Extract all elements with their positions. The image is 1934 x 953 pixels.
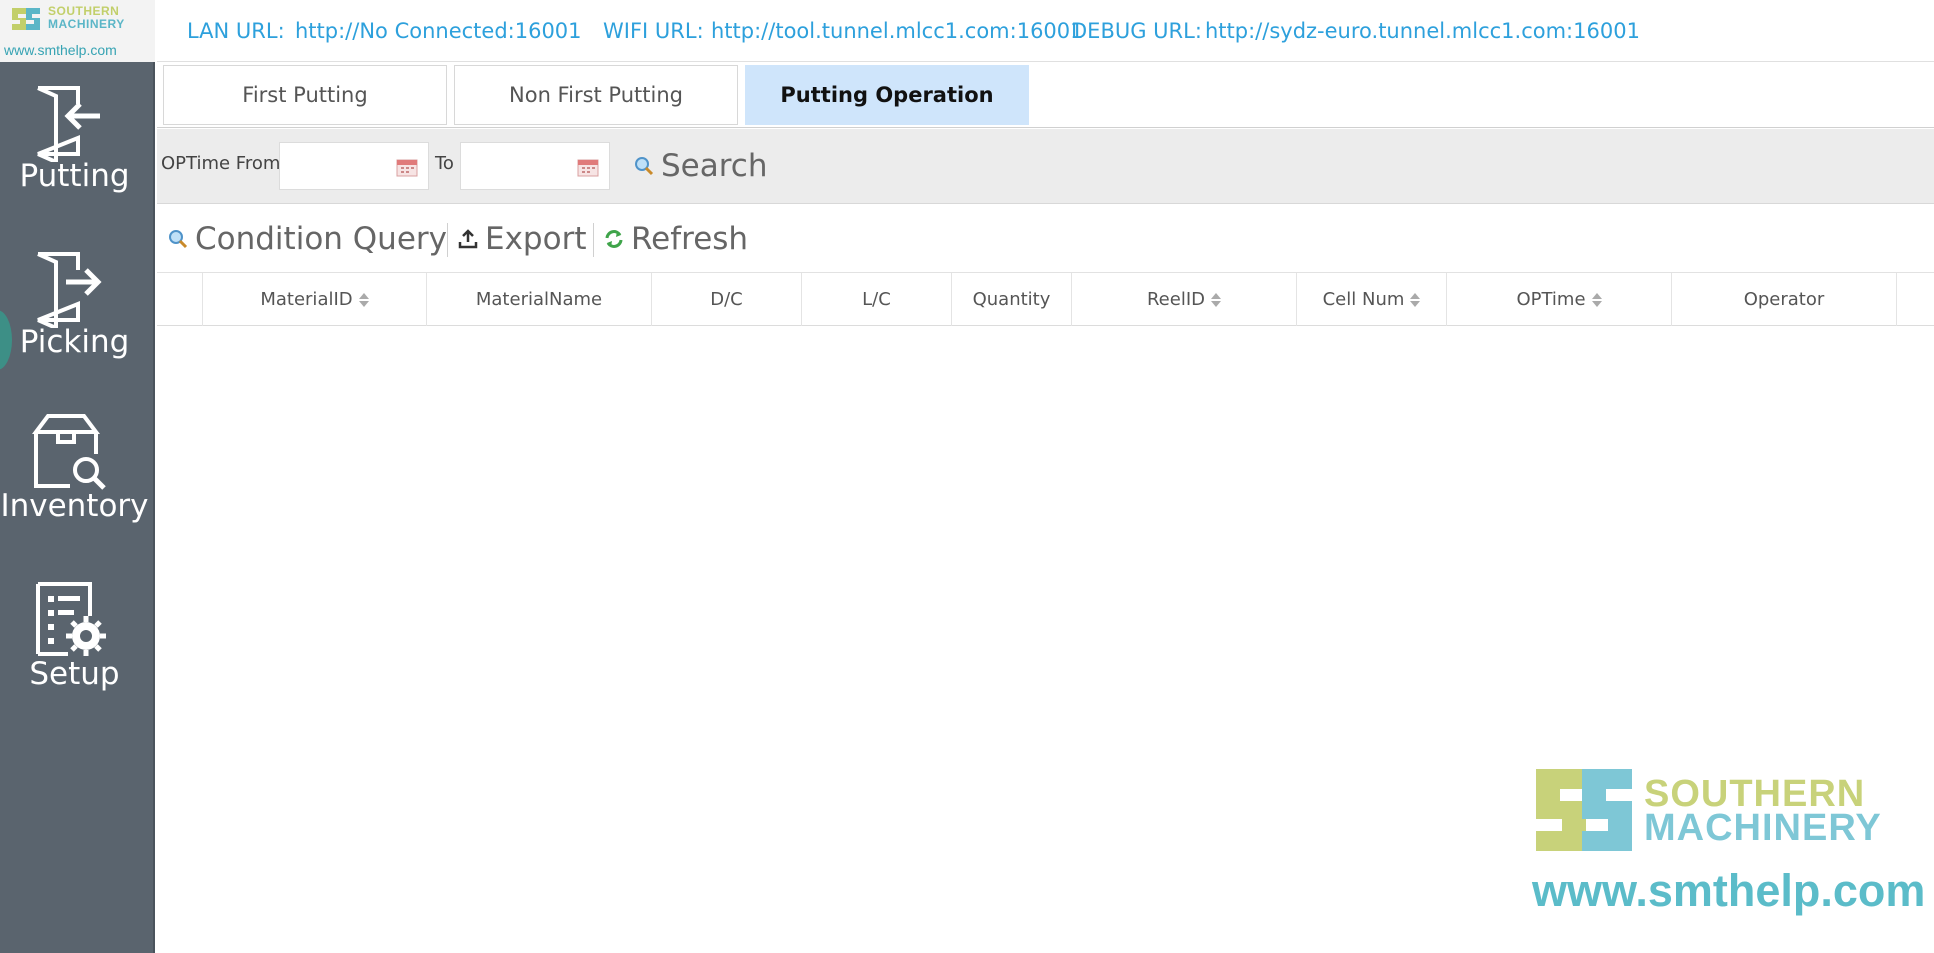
- putting-icon: [37, 86, 100, 162]
- sort-icon[interactable]: [1410, 292, 1421, 307]
- main-content: LAN URL: http://No Connected:16001 WIFI …: [157, 0, 1934, 953]
- sidebar-item-label: Picking: [19, 324, 130, 360]
- column-header-quantity[interactable]: Quantity: [952, 273, 1072, 326]
- sort-icon[interactable]: [1211, 292, 1222, 307]
- optime-from-field[interactable]: [279, 142, 429, 190]
- toolbar-divider: [593, 223, 594, 257]
- wifi-url-value: http://tool.tunnel.mlcc1.com:16001: [711, 19, 1084, 43]
- tab-non-first-putting[interactable]: Non First Putting: [454, 65, 738, 125]
- tab-bar: First Putting Non First Putting Putting …: [157, 62, 1934, 165]
- brand-logo-mark-icon: [12, 8, 40, 30]
- optime-from-label: OPTime From: [161, 153, 281, 174]
- watermark-line2: MACHINERY: [1644, 807, 1882, 849]
- condition-query-button[interactable]: Condition Query: [167, 215, 447, 263]
- export-icon: [458, 229, 478, 249]
- optime-from-input[interactable]: [280, 143, 390, 189]
- lan-url-value: http://No Connected:16001: [295, 19, 582, 43]
- brand-logo-line1: SOUTHERN: [48, 4, 120, 18]
- sort-icon[interactable]: [358, 292, 369, 307]
- tab-putting-operation-history[interactable]: Putting Operation History: [745, 65, 1029, 165]
- sidebar-item-label: Inventory: [0, 488, 149, 524]
- search-button-label: Search: [661, 148, 768, 184]
- column-header-optime[interactable]: OPTime: [1447, 273, 1672, 326]
- debug-url-label: DEBUG URL:: [1071, 19, 1202, 43]
- tab-first-putting[interactable]: First Putting: [163, 65, 447, 125]
- table-header: MaterialID MaterialName D/C L/C Quantity…: [157, 273, 1934, 326]
- brand-logo: SOUTHERN MACHINERY www.smthelp.com: [0, 0, 155, 62]
- calendar-icon[interactable]: [577, 157, 599, 177]
- sidebar-item-picking[interactable]: Picking: [0, 248, 155, 398]
- debug-url-value: http://sydz-euro.tunnel.mlcc1.com:16001: [1205, 19, 1640, 43]
- column-header-cell-num[interactable]: Cell Num: [1297, 273, 1447, 326]
- sidebar: SOUTHERN MACHINERY www.smthelp.com Putti…: [0, 0, 155, 953]
- search-button[interactable]: Search: [633, 143, 768, 189]
- sidebar-item-inventory[interactable]: Inventory: [0, 412, 155, 562]
- sidebar-item-label: Putting: [19, 158, 130, 194]
- refresh-icon: [605, 230, 623, 248]
- optime-to-field[interactable]: [460, 142, 610, 190]
- column-header-extra[interactable]: [1897, 273, 1934, 326]
- search-icon: [635, 157, 654, 176]
- toolbar-divider: [447, 223, 448, 257]
- sidebar-item-setup[interactable]: Setup: [0, 580, 155, 730]
- toolbar: Condition Query Export Refresh: [157, 205, 1934, 273]
- export-label: Export: [485, 221, 587, 257]
- sidebar-item-putting[interactable]: Putting: [0, 82, 155, 232]
- watermark-logo: SOUTHERN MACHINERY www.smthelp.com: [1514, 763, 1934, 953]
- optime-to-label: To: [435, 153, 454, 174]
- refresh-button[interactable]: Refresh: [603, 215, 748, 263]
- export-button[interactable]: Export: [457, 215, 586, 263]
- calendar-icon[interactable]: [396, 157, 418, 177]
- brand-url: www.smthelp.com: [4, 42, 117, 58]
- url-bar: LAN URL: http://No Connected:16001 WIFI …: [157, 0, 1934, 62]
- search-icon: [169, 230, 188, 249]
- column-header-lc[interactable]: L/C: [802, 273, 952, 326]
- condition-query-label: Condition Query: [195, 221, 447, 257]
- sidebar-item-label: Setup: [29, 656, 120, 692]
- column-header-reelid[interactable]: ReelID: [1072, 273, 1297, 326]
- lan-url-label: LAN URL:: [187, 19, 285, 43]
- wifi-url-label: WIFI URL:: [603, 19, 704, 43]
- brand-logo-line2: MACHINERY: [48, 17, 125, 31]
- optime-to-input[interactable]: [461, 143, 571, 189]
- inventory-icon: [32, 414, 106, 490]
- column-header-operator[interactable]: Operator: [1672, 273, 1897, 326]
- picking-icon: [37, 252, 102, 328]
- filter-bar: OPTime From To Search: [157, 129, 1934, 204]
- column-header-dc[interactable]: D/C: [652, 273, 802, 326]
- column-header-select[interactable]: [157, 273, 203, 326]
- watermark-url: www.smthelp.com: [1532, 865, 1926, 916]
- column-header-materialid[interactable]: MaterialID: [203, 273, 427, 326]
- setup-icon: [36, 582, 106, 656]
- sort-icon[interactable]: [1591, 292, 1602, 307]
- column-header-materialname[interactable]: MaterialName: [427, 273, 652, 326]
- refresh-label: Refresh: [631, 221, 749, 257]
- watermark-logo-mark-icon: [1536, 769, 1632, 851]
